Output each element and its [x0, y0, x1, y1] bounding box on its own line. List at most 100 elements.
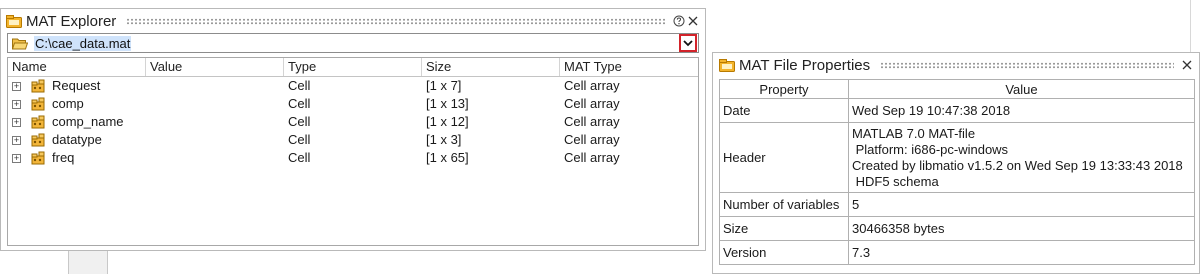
mat-explorer-title: MAT Explorer: [26, 12, 117, 30]
variable-value: [146, 113, 284, 131]
cell-array-icon: [30, 133, 46, 147]
property-value-line: 30466358 bytes: [852, 220, 945, 236]
help-icon[interactable]: [672, 14, 686, 28]
property-row: Size 30466358 bytes: [719, 216, 1195, 241]
variable-mat-type: Cell array: [564, 132, 620, 147]
mat-explorer-titlebar[interactable]: MAT Explorer: [1, 9, 705, 33]
property-value-line: Wed Sep 19 10:47:38 2018: [852, 102, 1011, 118]
property-value-line: Platform: i686-pc-windows: [852, 141, 1009, 157]
variable-type: Cell: [288, 96, 311, 111]
variable-size: [1 x 65]: [426, 150, 469, 165]
properties-header-row: Property Value: [719, 79, 1195, 99]
property-value-line: MATLAB 7.0 MAT-file: [852, 125, 976, 141]
variable-mat-type: Cell array: [564, 78, 620, 93]
column-header-size[interactable]: Size: [422, 58, 560, 76]
expand-icon[interactable]: +: [12, 117, 21, 127]
mat-file-properties-panel: MAT File Properties Property Value Date W…: [712, 52, 1200, 274]
chevron-down-icon: [683, 39, 693, 47]
path-combobox[interactable]: C:\cae_data.mat: [7, 33, 699, 53]
property-row: Version 7.3: [719, 240, 1195, 265]
variable-mat-type: Cell array: [564, 96, 620, 111]
properties-title: MAT File Properties: [739, 56, 871, 74]
expand-icon[interactable]: +: [12, 135, 21, 145]
close-icon[interactable]: [686, 14, 700, 28]
expand-icon[interactable]: +: [12, 99, 21, 109]
name-cell: + comp_name: [8, 113, 146, 131]
property-value: 30466358 bytes: [848, 216, 1195, 241]
table-header: Name Value Type Size MAT Type: [8, 58, 698, 77]
expand-icon[interactable]: +: [12, 153, 21, 163]
property-value: Wed Sep 19 10:47:38 2018: [848, 98, 1195, 123]
variable-size: [1 x 12]: [426, 114, 469, 129]
property-value-line: 5: [852, 196, 860, 212]
variable-value: [146, 95, 284, 113]
variable-size: [1 x 13]: [426, 96, 469, 111]
folder-open-icon: [12, 37, 28, 50]
variable-name: freq: [52, 150, 75, 165]
variable-name: comp: [52, 96, 84, 111]
column-header-mat-type[interactable]: MAT Type: [560, 58, 698, 76]
table-row[interactable]: + Request Cell [1 x 7] Cell array: [8, 77, 698, 95]
column-header-type[interactable]: Type: [284, 58, 422, 76]
variables-table: Name Value Type Size MAT Type + Request …: [7, 57, 699, 246]
property-value: 5: [848, 192, 1195, 217]
path-dropdown-button[interactable]: [679, 34, 697, 52]
column-header-value[interactable]: Value: [146, 58, 284, 76]
mat-explorer-panel: MAT Explorer C:\cae_data.mat Name Value …: [0, 8, 706, 251]
variable-value: [146, 149, 284, 167]
variable-value: [146, 77, 284, 95]
properties-table: Property Value Date Wed Sep 19 10:47:38 2…: [719, 79, 1195, 265]
cell-array-icon: [30, 115, 46, 129]
property-name: Version: [719, 240, 849, 265]
name-cell: + Request: [8, 77, 146, 95]
drag-grip[interactable]: [880, 61, 1174, 69]
table-row[interactable]: + freq Cell [1 x 65] Cell array: [8, 149, 698, 167]
variable-type: Cell: [288, 150, 311, 165]
cell-array-icon: [30, 97, 46, 111]
variable-type: Cell: [288, 78, 311, 93]
variable-name: Request: [52, 78, 101, 93]
variable-name: datatype: [52, 132, 102, 147]
table-body: + Request Cell [1 x 7] Cell array + comp…: [8, 77, 698, 167]
variable-type: Cell: [288, 132, 311, 147]
table-row[interactable]: + comp Cell [1 x 13] Cell array: [8, 95, 698, 113]
expand-icon[interactable]: +: [12, 81, 21, 91]
background-strip: [0, 0, 1201, 8]
property-value: 7.3: [848, 240, 1195, 265]
variable-mat-type: Cell array: [564, 150, 620, 165]
cell-array-icon: [30, 151, 46, 165]
property-name: Date: [719, 98, 849, 123]
property-row: Header MATLAB 7.0 MAT-file Platform: i686…: [719, 122, 1195, 193]
variable-type: Cell: [288, 114, 311, 129]
panel-icon: [6, 14, 22, 28]
name-cell: + datatype: [8, 131, 146, 149]
name-cell: + comp: [8, 95, 146, 113]
property-row: Date Wed Sep 19 10:47:38 2018: [719, 98, 1195, 123]
variable-value: [146, 131, 284, 149]
name-cell: + freq: [8, 149, 146, 167]
close-icon[interactable]: [1180, 58, 1194, 72]
properties-body: Date Wed Sep 19 10:47:38 2018 Header MATLAB…: [719, 98, 1195, 265]
table-row[interactable]: + comp_name Cell [1 x 12] Cell array: [8, 113, 698, 131]
background-column: [68, 250, 108, 274]
property-value-line: 7.3: [852, 244, 871, 260]
table-row[interactable]: + datatype Cell [1 x 3] Cell array: [8, 131, 698, 149]
property-value-line: HDF5 schema: [852, 173, 939, 189]
column-header-property: Property: [719, 79, 849, 99]
variable-mat-type: Cell array: [564, 114, 620, 129]
property-row: Number of variables 5: [719, 192, 1195, 217]
drag-grip[interactable]: [126, 17, 666, 25]
path-value: C:\cae_data.mat: [34, 35, 132, 51]
cell-array-icon: [30, 79, 46, 93]
property-value: MATLAB 7.0 MAT-file Platform: i686-pc-wi…: [848, 122, 1195, 193]
property-name: Header: [719, 122, 849, 193]
variable-size: [1 x 7]: [426, 78, 462, 93]
property-name: Number of variables: [719, 192, 849, 217]
property-value-line: Created by libmatio v1.5.2 on Wed Sep 19…: [852, 157, 1183, 173]
column-header-value: Value: [848, 79, 1195, 99]
properties-titlebar[interactable]: MAT File Properties: [713, 53, 1199, 77]
variable-name: comp_name: [52, 114, 124, 129]
column-header-name[interactable]: Name: [8, 58, 146, 76]
property-name: Size: [719, 216, 849, 241]
panel-icon: [719, 58, 735, 72]
